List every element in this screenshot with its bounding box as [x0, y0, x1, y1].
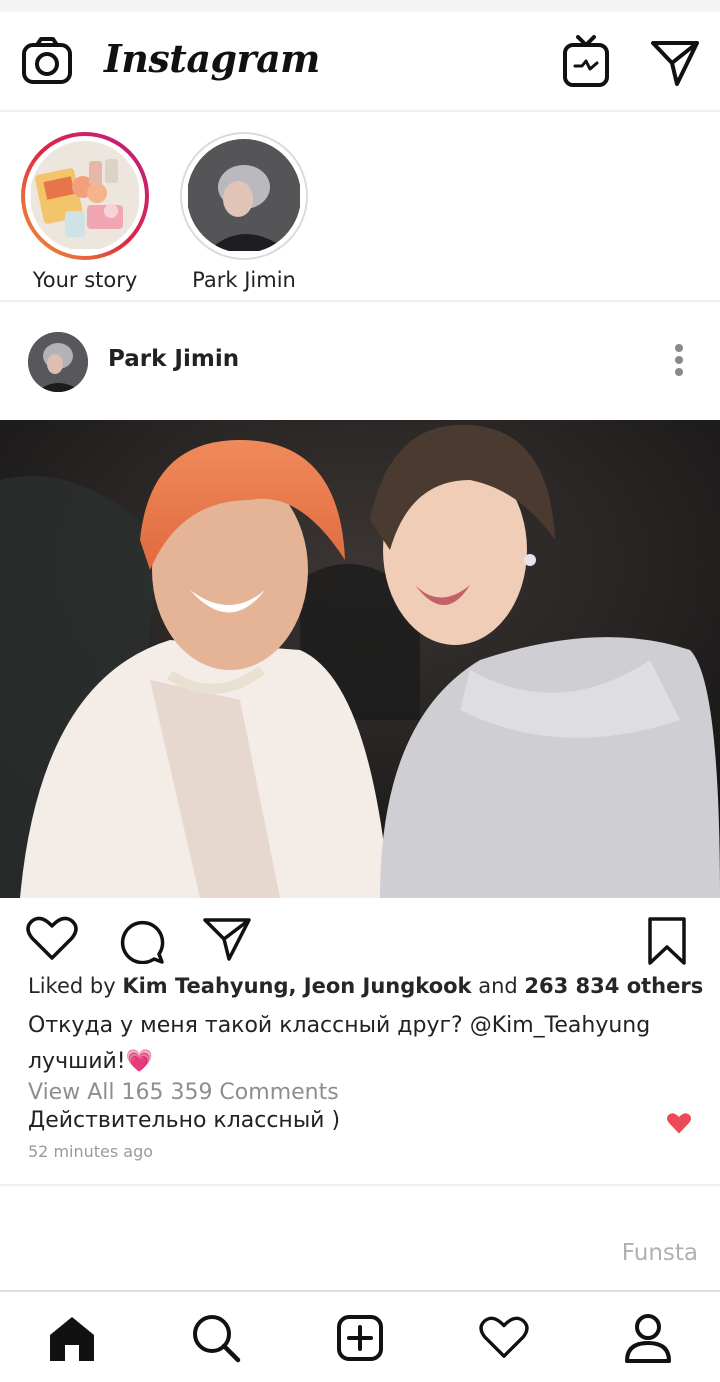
- home-icon[interactable]: [0, 1292, 144, 1382]
- bottom-navigation: [0, 1290, 720, 1382]
- share-icon[interactable]: [202, 916, 252, 966]
- more-options-icon[interactable]: [674, 344, 684, 380]
- story-park-jimin[interactable]: Park Jimin: [164, 132, 324, 292]
- likes-summary: Liked by Kim Teahyung, Jeon Jungkook and…: [28, 974, 703, 998]
- post-caption: Откуда у меня такой классный друг? @Kim_…: [28, 1013, 651, 1074]
- post-actions: [0, 898, 720, 978]
- likes-and: and: [478, 974, 518, 998]
- activity-heart-icon[interactable]: [432, 1292, 576, 1382]
- bookmark-icon[interactable]: [646, 916, 688, 970]
- direct-message-icon[interactable]: [648, 36, 702, 90]
- top-comment: Действительно классный ): [28, 1108, 341, 1133]
- app-logo: Instagram: [104, 36, 320, 81]
- divider: [0, 1184, 720, 1186]
- igtv-icon[interactable]: [560, 34, 612, 90]
- liked-by-names[interactable]: Kim Teahyung, Jeon Jungkook: [122, 974, 471, 998]
- likes-prefix: Liked by: [28, 974, 116, 998]
- post-timestamp: 52 minutes ago: [28, 1142, 154, 1161]
- add-post-icon[interactable]: [288, 1292, 432, 1382]
- camera-icon[interactable]: [20, 34, 74, 88]
- post-image[interactable]: [0, 420, 720, 898]
- avatar[interactable]: [28, 332, 88, 392]
- search-icon[interactable]: [144, 1292, 288, 1382]
- status-bar: [0, 0, 720, 12]
- story-label: Park Jimin: [192, 268, 296, 292]
- top-bar: Instagram: [0, 12, 720, 112]
- post-username[interactable]: Park Jimin: [108, 346, 239, 372]
- post-header: Park Jimin: [0, 304, 720, 420]
- view-all-comments-link[interactable]: View All 165 359 Comments: [28, 1080, 339, 1105]
- story-your-story[interactable]: Your story: [5, 132, 165, 292]
- profile-icon[interactable]: [576, 1292, 720, 1382]
- story-label: Your story: [32, 268, 138, 292]
- status-indicators: [562, 0, 696, 4]
- park-jimin-story-avatar: [187, 139, 301, 253]
- comment-liked-heart-icon[interactable]: [666, 1112, 692, 1139]
- likes-count[interactable]: 263 834 others: [524, 974, 703, 998]
- stories-tray: Your story Park Jimin: [0, 114, 720, 302]
- story-ring: [21, 132, 149, 260]
- story-ring: [180, 132, 308, 260]
- your-story-avatar: [30, 141, 140, 251]
- comment-icon[interactable]: [116, 916, 166, 968]
- heart-icon[interactable]: [26, 916, 78, 966]
- watermark: Funsta: [621, 1240, 698, 1266]
